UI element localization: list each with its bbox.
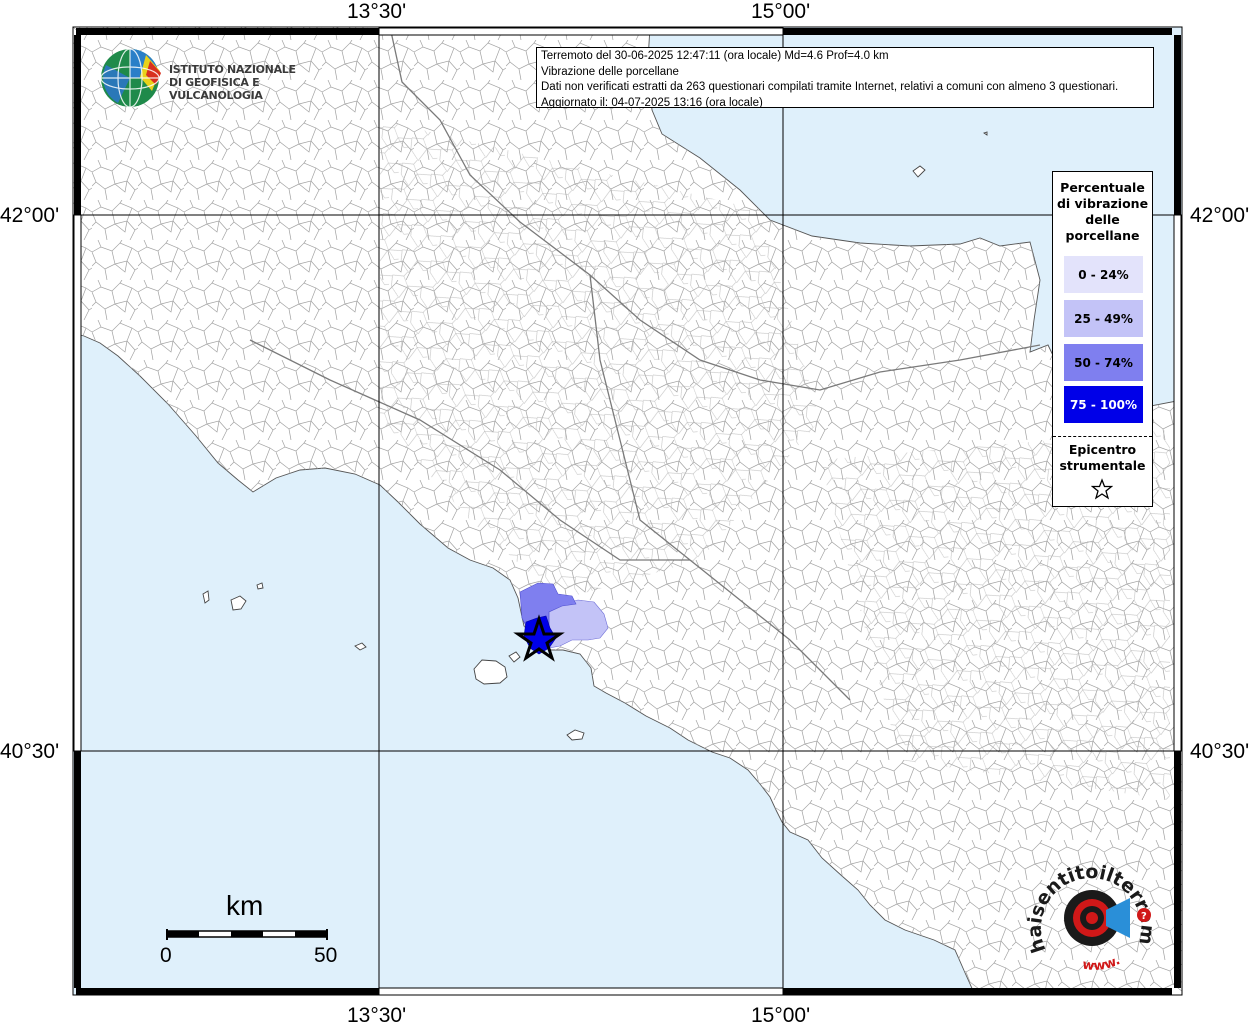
scale-max-label: 50: [314, 944, 338, 967]
legend-title-line: di vibrazione: [1056, 196, 1149, 211]
lat-label-left-4200: 42°00': [0, 204, 60, 227]
legend-class-label: 50 - 74%: [1074, 355, 1133, 370]
lon-label-bottom-1500: 15°00': [751, 1004, 811, 1027]
ingv-logo: ISTITUTO NAZIONALE DI GEOFISICA E VULCAN…: [100, 47, 320, 111]
legend-divider: [1053, 436, 1152, 437]
legend-class-75-100: 75 - 100%: [1064, 386, 1143, 423]
legend-epicenter-label: Epicentro strumentale: [1053, 442, 1152, 474]
legend-title-line: porcellane: [1065, 228, 1140, 243]
legend-class-label: 75 - 100%: [1069, 397, 1138, 412]
updated-timestamp: Aggiornato il: 04-07-2025 13:16 (ora loc…: [541, 96, 763, 108]
scale-min-label: 0: [160, 944, 172, 967]
lat-label-right-4200: 42°00': [1190, 204, 1250, 227]
legend-class-label: 0 - 24%: [1078, 267, 1129, 282]
legend-title-line: Percentuale: [1060, 180, 1145, 195]
hst-logo: haisentitoilterremoto.it www. ?: [1015, 841, 1162, 978]
ingv-name: ISTITUTO NAZIONALE DI GEOFISICA E VULCAN…: [169, 63, 320, 102]
map-subject: Vibrazione delle porcellane: [541, 65, 679, 78]
data-disclaimer: Dati non verificati estratti da 263 ques…: [541, 81, 1119, 93]
legend: Percentuale di vibrazione delle porcella…: [1052, 171, 1153, 507]
legend-title-line: delle: [1085, 212, 1120, 227]
lat-label-left-4030: 40°30': [0, 740, 60, 763]
legend-class-50-74: 50 - 74%: [1064, 344, 1143, 381]
event-info-box: Terremoto del 30-06-2025 12:47:11 (ora l…: [536, 47, 1154, 108]
lat-label-right-4030: 40°30': [1190, 740, 1250, 763]
lon-label-top-1330: 13°30': [347, 0, 407, 23]
lon-label-bottom-1330: 13°30': [347, 1004, 407, 1027]
legend-class-label: 25 - 49%: [1074, 311, 1133, 326]
svg-text:?: ?: [1141, 911, 1147, 922]
hst-logo-url: www.: [1081, 953, 1122, 974]
star-icon: [1091, 478, 1113, 500]
legend-epicenter-line: strumentale: [1059, 458, 1146, 473]
legend-epicenter-line: Epicentro: [1068, 442, 1137, 457]
ingv-name-line2: DI GEOFISICA E VULCANOLOGIA: [169, 76, 263, 102]
ingv-name-line1: ISTITUTO NAZIONALE: [169, 63, 296, 76]
legend-title: Percentuale di vibrazione delle porcella…: [1053, 180, 1152, 244]
legend-class-0-24: 0 - 24%: [1064, 256, 1143, 293]
scale-unit-label: km: [226, 890, 264, 921]
hst-logo-graphic: haisentitoilterremoto.it www. ?: [1015, 841, 1158, 974]
globe-icon: [100, 48, 161, 108]
event-title: Terremoto del 30-06-2025 12:47:11 (ora l…: [541, 50, 889, 62]
lon-label-top-1500: 15°00': [751, 0, 811, 23]
legend-class-25-49: 25 - 49%: [1064, 300, 1143, 337]
